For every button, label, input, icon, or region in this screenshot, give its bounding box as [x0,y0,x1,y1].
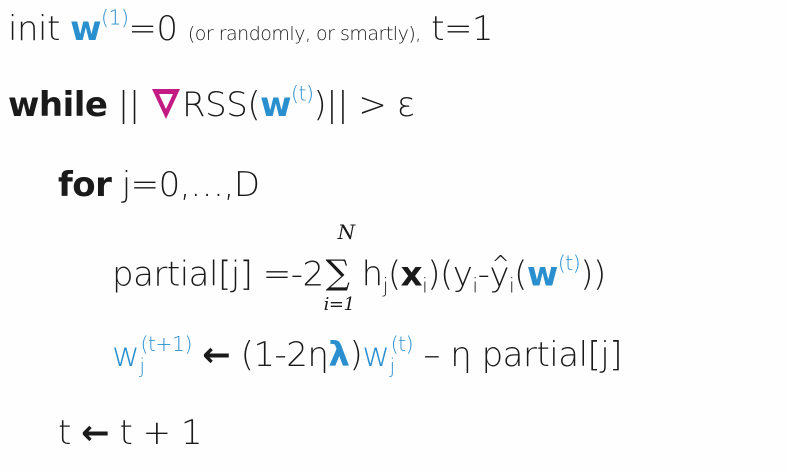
partial-lhs: partial[j] =-2 [112,254,324,295]
init-note: (or randomly, or smartly), [187,23,421,45]
y-hat: y [489,254,509,292]
init-zero: =0 [128,9,178,49]
init-line: init w(1)=0 (or randomly, or smartly), t… [8,8,494,49]
weight-superscript: (t) [291,81,314,106]
while-line: while || RSS(w(t))|| > ε [8,84,415,125]
summation: N ∑ i=1 [324,222,362,314]
update-close: ) [349,335,363,375]
sigma-icon: ∑ [325,253,350,293]
lambda-symbol: λ [328,335,350,375]
weight-superscript: (1) [101,5,129,30]
weight-vector: w [260,85,292,125]
h-func: h [361,254,384,295]
paren-open-2: ( [514,254,527,295]
init-t: t=1 [431,9,494,49]
weight-superscript: (t) [557,251,581,276]
while-keyword: while [8,85,108,125]
paren-close: )) [580,254,606,295]
gradient-icon [152,89,181,119]
minus-sign: - [477,254,490,295]
left-arrow-icon: ← [202,335,231,375]
for-range: j=0,…,D [121,165,260,205]
weight-j-subscript: j [139,354,145,379]
rss-label: RSS( [182,85,261,125]
update-line: wj(t+1) ← (1-2ηλ)wj(t) – η partial[j] [112,334,622,377]
weight-j-superscript: (t+1) [140,331,192,356]
for-line: for j=0,…,D [58,168,260,202]
increment-line: t ← t + 1 [58,413,203,453]
x-vector: x [400,254,423,295]
norm-close: )|| > ε [313,85,415,125]
weight-j-old-superscript: (t) [390,331,414,356]
sum-upper-limit: N [337,220,356,244]
for-keyword: for [58,165,112,205]
init-keyword: init [8,9,60,49]
y-term: )(y [427,254,473,295]
weight-j-old-subscript: j [389,354,396,379]
t-variable: t [58,413,71,453]
weight-j: w [112,335,140,375]
weight-vector: w [526,254,558,295]
weight-j-old: w [362,335,390,375]
update-coeff: (1-2η [230,335,329,375]
algorithm-slide: init w(1)=0 (or randomly, or smartly), t… [0,0,787,472]
weight-vector: w [70,9,102,49]
t-increment: t + 1 [119,413,203,453]
left-arrow-icon: ← [81,413,110,453]
norm-open: || [117,85,140,125]
update-tail: – η partial[j] [413,335,622,375]
partial-line: partial[j] =-2N∑i=1hj(xi)(yi-yi(w(t))) [112,222,606,314]
paren-open: ( [387,254,401,295]
sum-lower-limit: i=1 [323,294,355,315]
